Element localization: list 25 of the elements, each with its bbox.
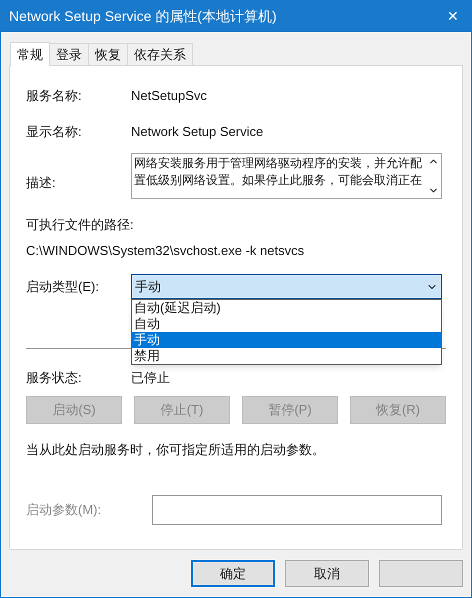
dropdown-option[interactable]: 自动(延迟启动) xyxy=(132,300,441,316)
field-label: 可执行文件的路径: xyxy=(26,216,135,234)
field-label: 启动类型(E): xyxy=(26,278,100,296)
hint-text: 当从此处启动服务时，你可指定所适用的启动参数。 xyxy=(26,440,326,458)
startup-type-dropdown[interactable]: 手动 xyxy=(131,274,442,299)
dialog-button[interactable]: 确定 xyxy=(191,560,275,587)
field-label: 服务状态: xyxy=(26,369,83,387)
description-text: 网络安装服务用于管理网络驱动程序的安装，并允许配置低级别网络设置。如果停止此服务，可能会取消正在 xyxy=(133,155,423,189)
dropdown-option[interactable]: 手动 xyxy=(132,332,441,348)
dropdown-option[interactable]: 自动 xyxy=(132,316,441,332)
path-text: C:\WINDOWS\System32\svchost.exe -k netsvcs xyxy=(26,242,306,260)
status-value: 已停止 xyxy=(131,369,170,387)
field-label: 启动参数(M): xyxy=(26,501,102,520)
close-button[interactable]: ✕ xyxy=(447,6,459,27)
dialog-button[interactable]: 取消 xyxy=(285,560,369,587)
window-title: Network Setup Service 的属性(本地计算机) xyxy=(9,7,277,26)
field-value: Network Setup Service xyxy=(131,122,264,141)
field-label: 显示名称: xyxy=(26,122,83,140)
dropdown-option[interactable]: 禁用 xyxy=(132,348,441,364)
description-box[interactable]: 网络安装服务用于管理网络驱动程序的安装，并允许配置低级别网络设置。如果停止此服务，可能会取消正在 xyxy=(131,153,442,199)
field-label: 服务名称: xyxy=(26,87,83,105)
tab[interactable]: 常规 xyxy=(10,42,50,66)
field-label: 描述: xyxy=(26,174,57,192)
tab[interactable]: 依存关系 xyxy=(127,43,193,65)
field-value: NetSetupSvc xyxy=(131,87,207,105)
